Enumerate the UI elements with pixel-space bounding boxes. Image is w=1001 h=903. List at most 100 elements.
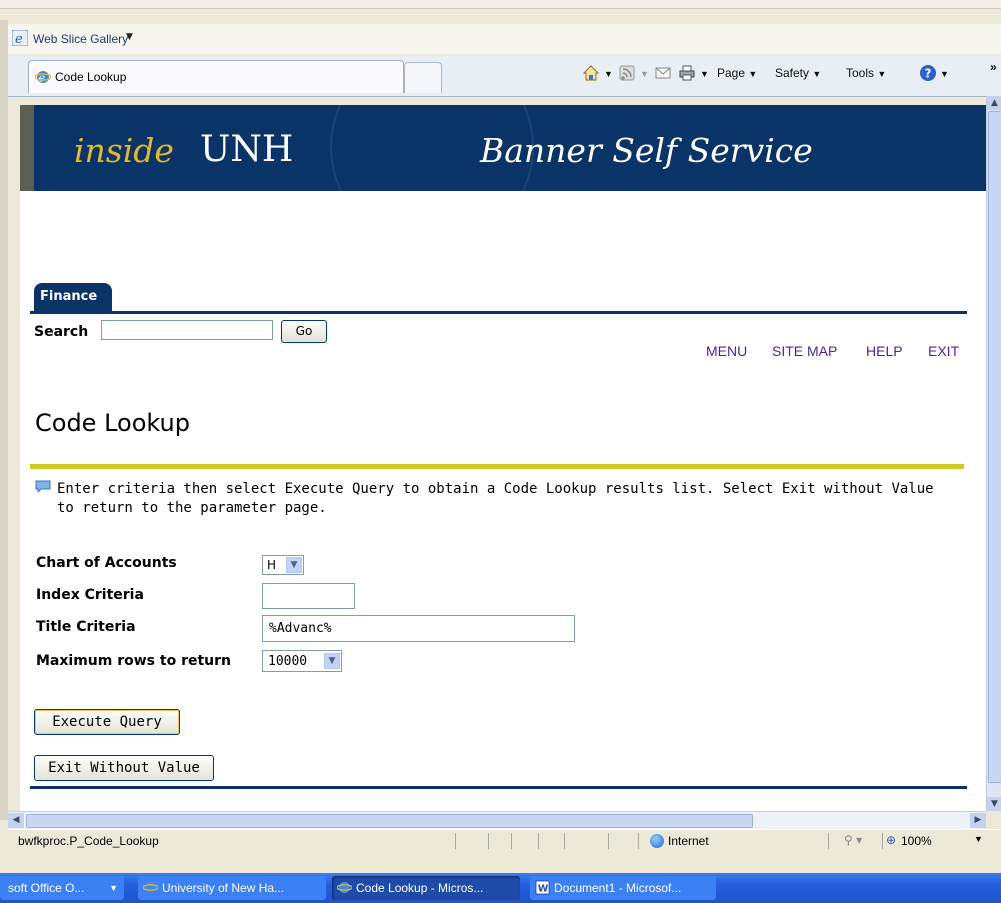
window-top-strip (0, 0, 1001, 9)
taskbar-item-code-lookup[interactable]: Code Lookup - Micros... (332, 876, 520, 900)
search-input[interactable] (101, 320, 273, 340)
site-map-link[interactable]: SITE MAP (772, 343, 837, 359)
page-menu-label: Page (717, 66, 746, 80)
chart-of-accounts-label: Chart of Accounts (36, 555, 177, 571)
tools-menu[interactable]: Tools ▼ (846, 66, 886, 80)
window-left-frame (0, 20, 8, 820)
chevron-down-icon: ▼ (748, 69, 758, 79)
instructions-text: Enter criteria then select Execute Query… (57, 481, 934, 516)
taskbar-item-university[interactable]: University of New Ha... (138, 876, 326, 900)
status-divider (638, 833, 639, 849)
scroll-right-icon[interactable]: ▶ (970, 813, 986, 828)
taskbar-item-label: soft Office O... (8, 881, 85, 895)
protected-mode-icon[interactable]: ⚲ ▾ (844, 833, 862, 847)
word-document-icon: W (535, 880, 550, 895)
tab-underline (30, 311, 967, 314)
banner-inside-text: inside (74, 131, 174, 170)
toolbar-overflow-chevron[interactable]: » (990, 60, 997, 74)
taskbar-item-office[interactable]: soft Office O... ▼ (0, 876, 124, 900)
internet-zone-icon (650, 834, 664, 848)
zoom-icon: ⊕ (886, 833, 897, 847)
status-divider (564, 833, 565, 849)
status-divider (455, 833, 456, 849)
ie-favorites-icon: e (12, 30, 28, 46)
chart-of-accounts-select[interactable]: H ▼ (262, 555, 304, 575)
exit-link[interactable]: EXIT (928, 343, 959, 359)
exit-without-value-button[interactable]: Exit Without Value (34, 755, 214, 781)
security-zone-label: Internet (668, 834, 709, 848)
page-menu[interactable]: Page ▼ (717, 66, 757, 80)
status-divider (608, 833, 609, 849)
index-criteria-label: Index Criteria (36, 587, 144, 603)
taskbar-item-document1[interactable]: W Document1 - Microsof... (530, 876, 716, 900)
tab-title: Code Lookup (55, 70, 127, 84)
help-dropdown-icon[interactable]: ▼ (940, 69, 949, 79)
home-icon[interactable] (582, 64, 600, 82)
safety-menu-label: Safety (775, 66, 810, 80)
horizontal-scrollbar[interactable]: ◀ ▶ (8, 811, 986, 829)
status-divider (488, 833, 489, 849)
tab-finance[interactable]: Finance (34, 283, 112, 311)
status-bar: bwfkproc.P_Code_Lookup Internet ⚲ ▾ ⊕ 10… (8, 829, 1001, 852)
mail-icon[interactable] (654, 64, 672, 82)
feeds-dropdown-icon[interactable]: ▼ (640, 69, 649, 79)
max-rows-value: 10000 (268, 654, 308, 669)
title-criteria-label: Title Criteria (36, 619, 136, 635)
home-dropdown-icon[interactable]: ▼ (604, 69, 613, 79)
status-divider (828, 833, 829, 849)
bottom-divider (30, 786, 967, 789)
scrollbar-thumb[interactable] (988, 111, 1001, 783)
banner-unh-text: UNH (200, 129, 294, 170)
chevron-down-icon: ▼ (286, 557, 302, 573)
horizontal-scrollbar-thumb[interactable] (26, 814, 753, 828)
web-slice-gallery-link[interactable]: Web Slice Gallery (33, 32, 128, 46)
menu-link[interactable]: MENU (706, 343, 747, 359)
go-button[interactable]: Go (281, 320, 327, 343)
chart-of-accounts-value: H (267, 558, 277, 572)
scroll-left-icon[interactable]: ◀ (8, 813, 24, 828)
ie-icon (337, 881, 352, 894)
chevron-down-icon[interactable]: ▼ (126, 32, 133, 42)
ie-icon (143, 881, 158, 894)
banner-left-edge (20, 105, 34, 191)
taskbar-item-label: Document1 - Microsof... (554, 881, 682, 895)
vertical-scrollbar[interactable]: ▲ ▼ (986, 96, 1001, 811)
max-rows-select[interactable]: 10000 ▼ (262, 650, 342, 672)
status-url: bwfkproc.P_Code_Lookup (18, 834, 159, 848)
tools-menu-label: Tools (846, 66, 875, 80)
svg-text:W: W (538, 883, 549, 894)
zoom-dropdown-icon[interactable]: ▼ (974, 834, 983, 844)
favorites-bar: e Web Slice Gallery ▼ (8, 24, 1001, 54)
chevron-down-icon: ▼ (877, 69, 887, 79)
banner-self-service-title: Banner Self Service (480, 131, 813, 170)
new-tab-button[interactable] (404, 62, 442, 93)
execute-query-button[interactable]: Execute Query (34, 709, 180, 735)
feeds-icon[interactable] (618, 64, 636, 82)
print-dropdown-icon[interactable]: ▼ (700, 69, 709, 79)
chevron-down-icon: ▼ (812, 69, 822, 79)
info-icon (35, 480, 51, 492)
title-divider (30, 464, 964, 469)
banner-header: inside UNH Banner Self Service (20, 105, 986, 191)
status-divider (511, 833, 512, 849)
print-icon[interactable] (678, 64, 696, 82)
ie-icon: e (35, 71, 51, 85)
title-criteria-input[interactable] (262, 615, 575, 642)
scroll-up-icon[interactable]: ▲ (987, 96, 1001, 110)
safety-menu[interactable]: Safety ▼ (775, 66, 821, 80)
svg-text:?: ? (925, 67, 932, 81)
svg-text:e: e (15, 32, 23, 46)
max-rows-label: Maximum rows to return (36, 653, 232, 669)
help-icon[interactable]: ? (919, 64, 937, 82)
search-label: Search (34, 324, 89, 340)
help-link[interactable]: HELP (866, 343, 903, 359)
chevron-down-icon: ▼ (109, 883, 118, 893)
index-criteria-input[interactable] (262, 583, 355, 609)
scroll-down-icon[interactable]: ▼ (987, 797, 1001, 811)
zoom-level[interactable]: 100% (901, 834, 932, 848)
browser-tab-code-lookup[interactable]: e Code Lookup (28, 60, 404, 93)
taskbar-item-label: Code Lookup - Micros... (356, 881, 484, 895)
chevron-down-icon: ▼ (324, 653, 340, 669)
status-divider (538, 833, 539, 849)
status-divider (882, 833, 883, 849)
